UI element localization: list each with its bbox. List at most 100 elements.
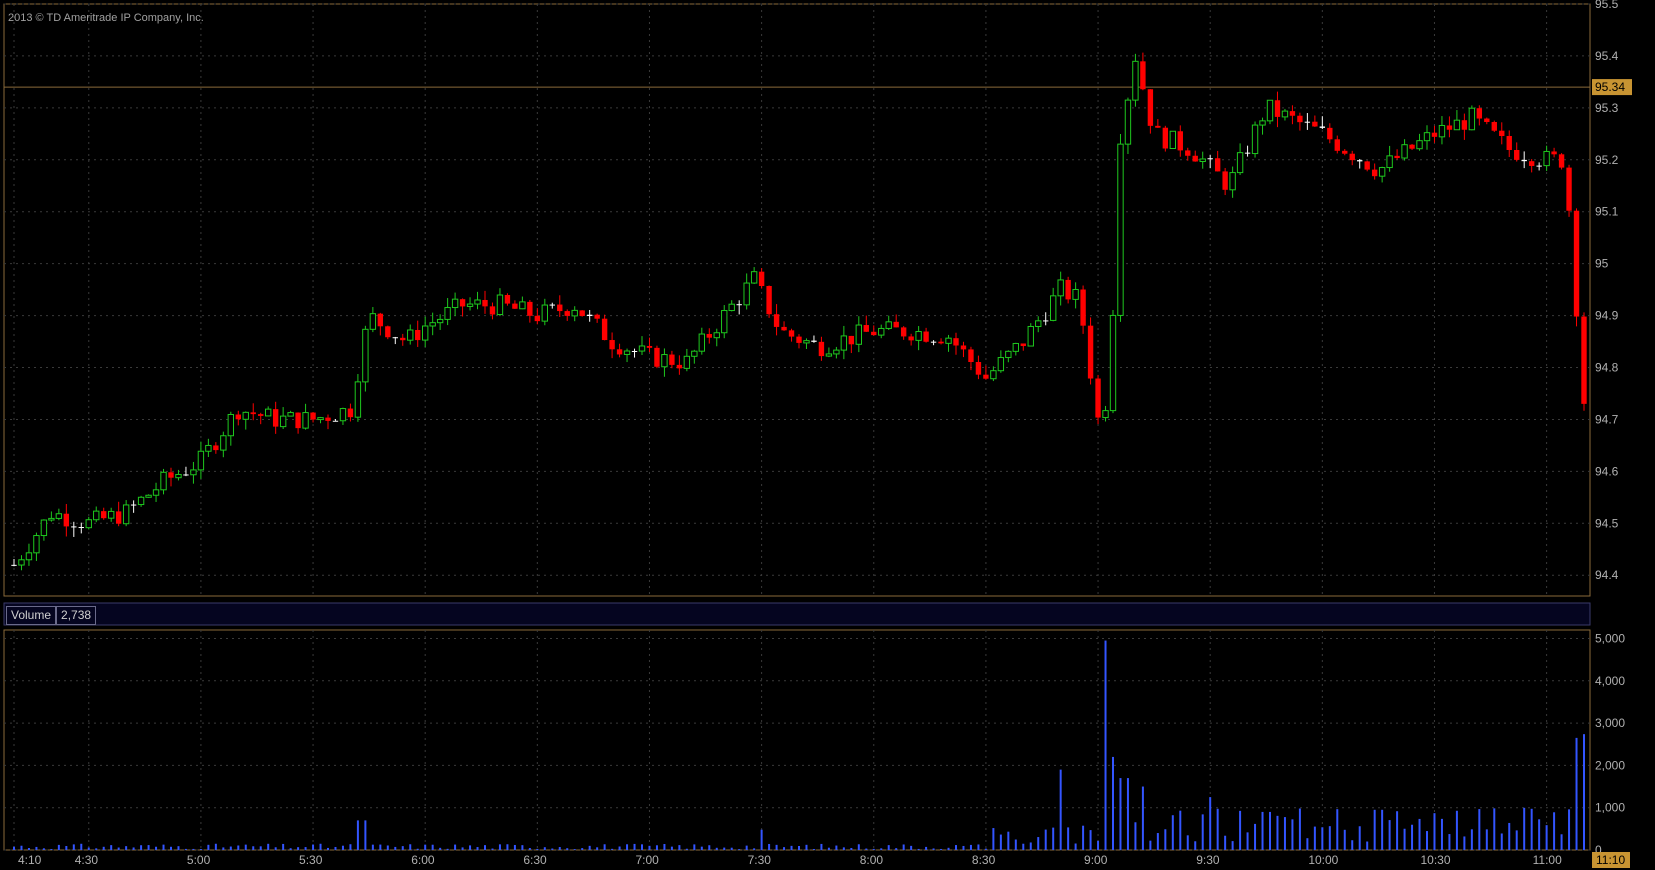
candle-body (1506, 136, 1512, 150)
candle-body (1155, 125, 1161, 128)
volume-bar (222, 847, 225, 850)
volume-bar (207, 844, 210, 850)
volume-bar (1500, 833, 1503, 850)
candle-body (803, 340, 810, 344)
volume-bar (753, 848, 756, 850)
candle-body (1468, 107, 1476, 131)
volume-bar (1216, 808, 1219, 850)
volume-bar (13, 846, 15, 850)
volume-bar (685, 848, 688, 850)
time-tick-label: 5:30 (299, 853, 323, 867)
time-tick-label: 10:00 (1308, 853, 1338, 867)
candle-body (1192, 155, 1198, 162)
candle-body (1162, 127, 1169, 149)
candle-body (1027, 325, 1034, 347)
volume-bar (1508, 822, 1511, 850)
candle-body (1409, 144, 1415, 149)
volume-bar (334, 846, 337, 850)
volume-bar (87, 847, 90, 850)
volume-bar (641, 844, 643, 850)
volume-bar (1246, 832, 1249, 850)
volume-panel-header: Volume 2,738 (6, 606, 97, 625)
candle-body (863, 325, 869, 332)
volume-bar (1231, 841, 1234, 850)
volume-bar (20, 845, 23, 850)
price-tick-label: 95 (1595, 257, 1609, 271)
volume-bar (850, 847, 853, 850)
candle-body (750, 271, 758, 284)
volume-bar (513, 844, 516, 850)
volume-bar (1538, 819, 1541, 850)
volume-bar (992, 828, 995, 850)
candle-body (706, 334, 712, 338)
candle-body (137, 496, 145, 506)
candle-body (107, 510, 115, 519)
volume-bar (199, 849, 202, 850)
volume-bar (932, 848, 935, 850)
volume-bar (1545, 825, 1548, 850)
candle-body (1244, 152, 1251, 154)
volume-bar (319, 843, 322, 850)
candle-body (220, 435, 227, 451)
candle-body (1020, 343, 1026, 347)
candle-body (721, 310, 728, 334)
candle-body (451, 298, 459, 309)
volume-bar (1186, 835, 1189, 850)
volume-bar (700, 846, 703, 850)
candle-body (1528, 161, 1535, 166)
candle-body (975, 362, 982, 375)
candle-body (623, 350, 631, 355)
candle-body (175, 473, 182, 479)
time-tick-label: 8:30 (972, 853, 996, 867)
time-tick-label: 8:00 (860, 853, 884, 867)
candle-body (1394, 155, 1400, 159)
volume-bar (401, 846, 404, 850)
volume-bar (297, 847, 300, 850)
volume-bar (184, 848, 187, 850)
price-tick-label: 95.1 (1595, 205, 1619, 219)
volume-bar (476, 847, 479, 850)
candle-body (1438, 124, 1446, 138)
candle-body (78, 527, 84, 529)
volume-bar (364, 820, 367, 850)
candle-body (1491, 122, 1497, 131)
volume-bar (745, 845, 748, 850)
candle-body (504, 295, 511, 304)
candle-body (11, 564, 17, 566)
candle-body (197, 450, 205, 471)
volume-bar (1126, 778, 1129, 850)
volume-bar (1149, 840, 1152, 850)
volume-bar (1396, 811, 1399, 850)
candle-body (691, 350, 698, 357)
volume-bar (1553, 812, 1556, 850)
volume-bar (1209, 797, 1212, 850)
volume-bar (940, 848, 943, 850)
volume-bar (566, 848, 569, 850)
time-tick-label: 4:30 (75, 853, 99, 867)
last-price-label: 95.34 (1595, 80, 1625, 94)
candle-body (848, 335, 855, 345)
candle-body (183, 474, 189, 476)
candle-body (354, 381, 362, 418)
volume-bar (1485, 829, 1488, 850)
candle-body (1558, 154, 1565, 168)
price-tick-label: 94.8 (1595, 361, 1619, 375)
volume-bar (895, 848, 898, 850)
volume-bar (596, 847, 599, 850)
candle-body (900, 327, 907, 337)
candle-body (1499, 130, 1505, 137)
candle-body (885, 321, 892, 329)
volume-bar (274, 847, 277, 850)
candle-body (997, 357, 1005, 372)
candle-body (71, 526, 77, 528)
candle-body (1349, 153, 1355, 161)
volume-bar (1052, 827, 1055, 850)
volume-tick-label: 4,000 (1595, 674, 1625, 688)
candle-body (235, 414, 241, 420)
volume-bar (798, 845, 800, 850)
candle-body (415, 329, 421, 341)
candle-body (1109, 314, 1117, 412)
candle-body (242, 411, 249, 420)
volume-bar (1291, 819, 1294, 850)
volume-bar (117, 847, 120, 850)
